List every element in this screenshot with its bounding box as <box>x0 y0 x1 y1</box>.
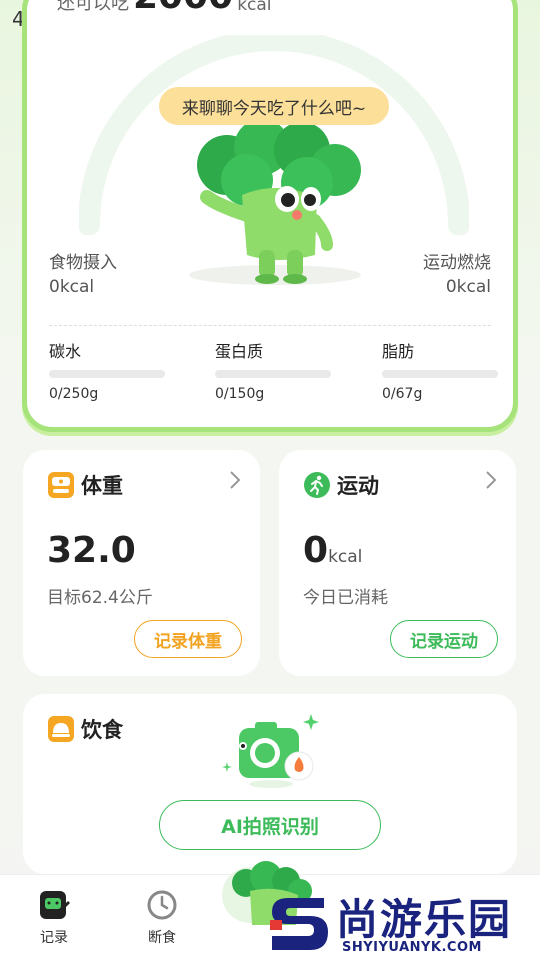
running-icon <box>304 472 330 498</box>
macro-carbs: 碳水 0/250g <box>49 338 165 402</box>
chat-prompt-bubble[interactable]: 来聊聊今天吃了什么吧~ <box>157 85 391 127</box>
remaining-calories: 还可以吃 2000 kcal <box>57 0 272 15</box>
macro-progress-bar <box>382 370 498 378</box>
macro-progress-bar <box>49 370 165 378</box>
calorie-summary-card: 还可以吃 2000 kcal 来聊聊今天吃了什么吧~ 食物摄入 0kcal 运动… <box>22 0 518 432</box>
nav-item-record[interactable]: 记录 <box>24 889 84 947</box>
macro-name: 蛋白质 <box>215 342 264 361</box>
macro-progress-bar <box>215 370 331 378</box>
food-intake-value: 0kcal <box>49 277 95 297</box>
weight-goal: 目标62.4公斤 <box>47 588 153 608</box>
weight-value: 32.0 <box>47 530 136 571</box>
macro-protein: 蛋白质 0/150g <box>215 338 331 402</box>
diet-card[interactable]: 饮食 AI拍照识别 <box>23 694 517 874</box>
exercise-card[interactable]: 运动 0kcal 今日已消耗 记录运动 <box>279 450 516 676</box>
food-dome-icon <box>48 716 74 742</box>
watermark-url: SHYIYUANYK.COM <box>342 940 482 955</box>
chevron-right-icon[interactable] <box>228 470 242 490</box>
macro-name: 碳水 <box>49 342 82 361</box>
nav-label: 记录 <box>40 930 68 946</box>
camera-icon <box>222 714 319 788</box>
diet-title: 饮食 <box>81 718 123 742</box>
scale-icon <box>48 472 74 498</box>
watermark-text: 尚游乐园 <box>336 895 513 944</box>
weight-title: 体重 <box>81 474 123 498</box>
food-intake-label: 食物摄入 <box>49 253 117 273</box>
exercise-value: 0kcal <box>303 530 362 571</box>
macro-name: 脂肪 <box>382 342 415 361</box>
macro-fat: 脂肪 0/67g <box>382 338 498 402</box>
remaining-value: 2000 <box>133 0 233 15</box>
exercise-burn-value: 0kcal <box>445 277 491 297</box>
exercise-burn-label: 运动燃烧 <box>423 253 491 273</box>
watermark-s-logo-icon <box>270 898 328 950</box>
weight-card[interactable]: 体重 32.0 目标62.4公斤 记录体重 <box>23 450 260 676</box>
exercise-sub: 今日已消耗 <box>303 588 388 608</box>
exercise-number: 0 <box>303 530 329 571</box>
clock-icon <box>147 890 177 920</box>
macro-value: 0/250g <box>49 386 99 402</box>
chevron-right-icon[interactable] <box>484 470 498 490</box>
site-watermark: 尚游乐园 SHYIYUANYK.COM <box>262 886 540 960</box>
record-exercise-button[interactable]: 记录运动 <box>390 620 498 658</box>
broccoli-mascot-icon[interactable] <box>187 125 367 305</box>
record-icon <box>40 891 70 919</box>
exercise-card-header: 运动 <box>303 470 379 500</box>
macro-value: 0/67g <box>382 386 423 402</box>
nav-label: 断食 <box>148 930 176 946</box>
ai-photo-recognition-button[interactable]: AI拍照识别 <box>159 800 381 850</box>
remaining-label: 还可以吃 <box>57 0 129 14</box>
nav-item-fasting[interactable]: 断食 <box>132 889 192 947</box>
divider <box>49 325 491 326</box>
macro-value: 0/150g <box>215 386 265 402</box>
diet-card-header: 饮食 <box>47 714 123 744</box>
exercise-unit: kcal <box>328 547 363 567</box>
record-weight-button[interactable]: 记录体重 <box>134 620 242 658</box>
weight-card-header: 体重 <box>47 470 123 500</box>
remaining-unit: kcal <box>237 0 272 15</box>
exercise-title: 运动 <box>337 474 379 498</box>
